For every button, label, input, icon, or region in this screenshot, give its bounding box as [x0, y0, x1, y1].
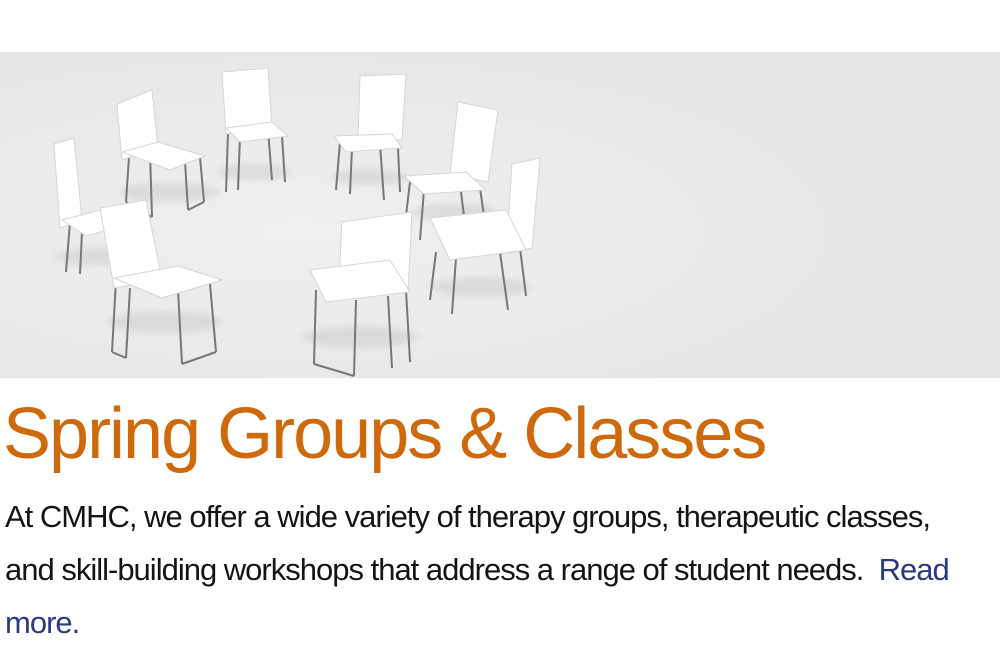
- article-summary: At CMHC, we offer a wide variety of ther…: [5, 490, 965, 646]
- hero-image: [0, 52, 1000, 378]
- article-body-text: At CMHC, we offer a wide variety of ther…: [5, 499, 931, 587]
- chairs-circle-illustration: [0, 52, 1000, 378]
- page: Spring Groups & Classes At CMHC, we offe…: [0, 0, 1000, 646]
- page-title: Spring Groups & Classes: [3, 394, 767, 474]
